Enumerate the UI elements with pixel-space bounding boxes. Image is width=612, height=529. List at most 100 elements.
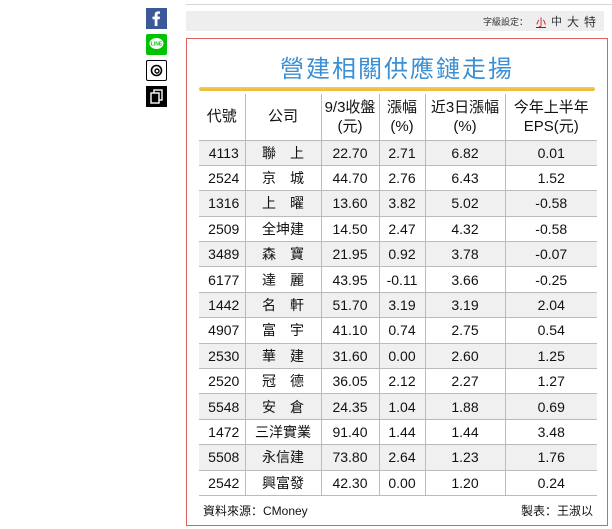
cell-company: 冠德 (244, 368, 321, 395)
cell-three-day-change: 3.78 (424, 241, 505, 268)
cell-change: 0.92 (378, 241, 425, 268)
share-line-button[interactable]: LINE (146, 34, 167, 55)
cell-eps: 0.24 (504, 470, 597, 496)
header-company: 公司 (244, 94, 321, 141)
cell-change: 1.44 (378, 419, 425, 446)
cell-close: 14.50 (320, 216, 379, 243)
cell-close: 41.10 (320, 317, 379, 344)
font-size-small-button[interactable]: 小 (536, 14, 546, 29)
figure-title: 營建相關供應鏈走揚 (280, 55, 514, 83)
cell-code: 4113 (199, 140, 245, 166)
share-bar: LINE (146, 8, 168, 107)
article-figure-table: 營建相關供應鏈走揚 代號 公司 9/3收盤 (元) 漲幅 (%) 近3日漲幅 (%) … (186, 38, 608, 526)
header-change: 漲幅 (%) (378, 94, 425, 141)
table-row: 2509 全坤建 14.50 2.47 4.32 -0.58 (199, 216, 597, 243)
cell-code: 2524 (199, 165, 245, 192)
cell-eps: -0.58 (504, 216, 597, 243)
threads-icon (150, 64, 163, 77)
cell-three-day-change: 3.19 (424, 292, 505, 319)
table-row: 2524 京城 44.70 2.76 6.43 1.52 (199, 165, 597, 192)
cell-change: 1.04 (378, 393, 425, 420)
font-size-label: 字級設定： (482, 16, 528, 27)
cell-close: 43.95 (320, 266, 379, 293)
cell-eps: 1.52 (504, 165, 597, 192)
title-rule (199, 87, 595, 91)
cell-close: 22.70 (320, 140, 379, 166)
cell-close: 13.60 (320, 190, 379, 217)
cell-three-day-change: 2.60 (424, 343, 505, 370)
cell-close: 21.95 (320, 241, 379, 268)
table-row: 2520 冠德 36.05 2.12 2.27 1.27 (199, 368, 597, 395)
line-icon: LINE (146, 34, 167, 55)
table-row: 5548 安倉 24.35 1.04 1.88 0.69 (199, 393, 597, 420)
cell-code: 5508 (199, 444, 245, 471)
cell-code: 4907 (199, 317, 245, 344)
font-size-large-button[interactable]: 大 (567, 13, 579, 30)
cell-code: 2509 (199, 216, 245, 243)
cell-eps: 3.48 (504, 419, 597, 446)
cell-company: 全坤建 (244, 216, 321, 243)
cell-three-day-change: 5.02 (424, 190, 505, 217)
cell-three-day-change: 2.75 (424, 317, 505, 344)
cell-three-day-change: 1.44 (424, 419, 505, 446)
cell-eps: 0.54 (504, 317, 597, 344)
cell-code: 6177 (199, 266, 245, 293)
copy-link-icon (146, 86, 167, 107)
cell-eps: -0.25 (504, 266, 597, 293)
cell-three-day-change: 4.32 (424, 216, 505, 243)
table-row: 2530 華建 31.60 0.00 2.60 1.25 (199, 343, 597, 370)
share-threads-button[interactable] (146, 60, 167, 81)
cell-three-day-change: 1.20 (424, 470, 505, 496)
table-row: 1442 名軒 51.70 3.19 3.19 2.04 (199, 292, 597, 319)
font-size-bar: 字級設定： 小 中 大 特 (186, 11, 604, 31)
copy-link-button[interactable] (146, 86, 167, 107)
svg-text:LINE: LINE (151, 42, 163, 48)
font-size-medium-button[interactable]: 中 (551, 13, 562, 29)
cell-company: 興富發 (244, 470, 321, 496)
cell-code: 2520 (199, 368, 245, 395)
cell-change: 3.19 (378, 292, 425, 319)
cell-change: 0.00 (378, 343, 425, 370)
share-facebook-button[interactable] (146, 8, 167, 29)
cell-company: 達麗 (244, 266, 321, 293)
cell-change: 0.00 (378, 470, 425, 496)
cell-company: 安倉 (244, 393, 321, 420)
supply-chain-table: 代號 公司 9/3收盤 (元) 漲幅 (%) 近3日漲幅 (%) 今年上半年 EPS(元… (199, 94, 597, 496)
header-three-day-change: 近3日漲幅 (%) (424, 94, 505, 141)
figure-footer: 資料來源：CMoney 製表：王淑以 (199, 499, 597, 521)
cell-company: 森寶 (244, 241, 321, 268)
table-row: 5508 永信建 73.80 2.64 1.23 1.76 (199, 444, 597, 471)
cell-close: 44.70 (320, 165, 379, 192)
cell-change: 2.71 (378, 140, 425, 166)
cell-close: 42.30 (320, 470, 379, 496)
facebook-icon (146, 8, 167, 29)
cell-close: 24.35 (320, 393, 379, 420)
cell-three-day-change: 1.23 (424, 444, 505, 471)
cell-code: 1472 (199, 419, 245, 446)
cell-change: -0.11 (378, 266, 425, 293)
cell-close: 31.60 (320, 343, 379, 370)
cell-three-day-change: 1.88 (424, 393, 505, 420)
cell-eps: 2.04 (504, 292, 597, 319)
header-code: 代號 (199, 94, 245, 141)
header-close: 9/3收盤 (元) (320, 94, 379, 141)
top-divider (186, 4, 612, 5)
cell-three-day-change: 6.43 (424, 165, 505, 192)
font-size-xlarge-button[interactable]: 特 (584, 13, 596, 30)
cell-eps: 0.01 (504, 140, 597, 166)
cell-change: 2.12 (378, 368, 425, 395)
cell-company: 華建 (244, 343, 321, 370)
cell-close: 73.80 (320, 444, 379, 471)
table-header-row: 代號 公司 9/3收盤 (元) 漲幅 (%) 近3日漲幅 (%) 今年上半年 EPS(元… (199, 94, 597, 141)
cell-eps: 0.69 (504, 393, 597, 420)
cell-company: 聯上 (244, 140, 321, 166)
maker-note: 製表：王淑以 (520, 503, 593, 518)
cell-three-day-change: 6.82 (424, 140, 505, 166)
cell-code: 1442 (199, 292, 245, 319)
table-row: 4907 富宇 41.10 0.74 2.75 0.54 (199, 317, 597, 344)
table-row: 3489 森寶 21.95 0.92 3.78 -0.07 (199, 241, 597, 268)
table-row: 1472 三洋實業 91.40 1.44 1.44 3.48 (199, 419, 597, 446)
header-eps: 今年上半年 EPS(元) (504, 94, 597, 141)
cell-company: 京城 (244, 165, 321, 192)
cell-code: 5548 (199, 393, 245, 420)
